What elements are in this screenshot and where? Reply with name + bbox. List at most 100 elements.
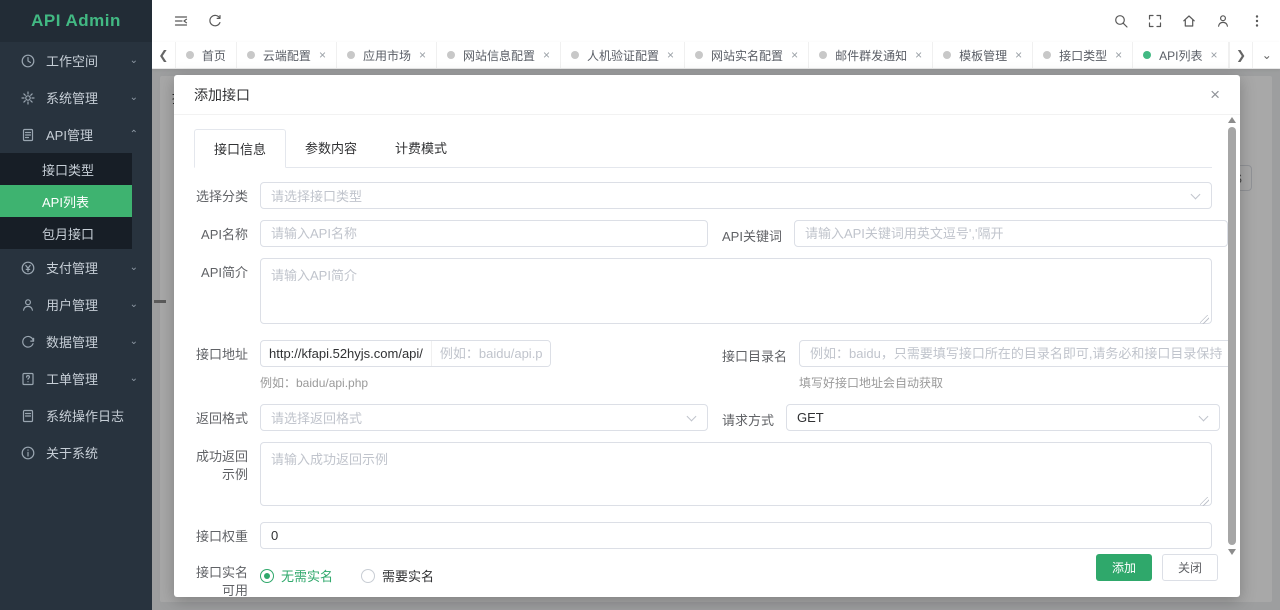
sidebar-submenu-api: 接口类型 API列表 包月接口 bbox=[0, 153, 132, 249]
scrollbar-thumb[interactable] bbox=[1228, 127, 1236, 545]
refresh-icon[interactable] bbox=[198, 0, 232, 42]
close-tab-icon[interactable]: × bbox=[791, 48, 798, 62]
home-icon[interactable] bbox=[1172, 0, 1206, 42]
collapse-sidebar-icon[interactable] bbox=[164, 0, 198, 42]
close-tab-icon[interactable]: × bbox=[319, 48, 326, 62]
chevron-down-icon: ⌄ bbox=[130, 336, 138, 347]
close-tab-icon[interactable]: × bbox=[1115, 48, 1122, 62]
sidebar-item-label: 数据管理 bbox=[46, 332, 130, 351]
api-name-input[interactable] bbox=[260, 220, 708, 247]
api-url-input[interactable] bbox=[432, 341, 550, 366]
close-tab-icon[interactable]: × bbox=[667, 48, 674, 62]
sidebar-item-api-list[interactable]: API列表 bbox=[0, 185, 132, 217]
form-row-name-keywords: API名称 API关键词 bbox=[194, 220, 1212, 247]
success-example-textarea[interactable] bbox=[260, 442, 1212, 506]
radio-dot bbox=[260, 569, 274, 583]
request-method-select[interactable]: GET bbox=[786, 404, 1220, 431]
user-icon bbox=[20, 297, 36, 313]
tab-app-market[interactable]: 应用市场× bbox=[337, 42, 437, 68]
sidebar-item-label: 系统管理 bbox=[46, 88, 130, 107]
close-button[interactable]: 关闭 bbox=[1162, 554, 1218, 581]
sidebar-item-monthly-interface[interactable]: 包月接口 bbox=[0, 217, 132, 249]
form-row-success-example: 成功返回示例 bbox=[194, 442, 1212, 511]
tab-mail-notify[interactable]: 邮件群发通知× bbox=[809, 42, 933, 68]
tab-dot bbox=[447, 51, 455, 59]
tabs-scroll-left-icon[interactable]: ❮ bbox=[152, 42, 176, 68]
chevron-down-icon bbox=[1191, 190, 1201, 200]
sidebar: API Admin 工作空间 ⌄ 系统管理 ⌄ API管理 ⌃ 接口类型 API… bbox=[0, 0, 152, 610]
dialog-body: 接口信息 参数内容 计费模式 选择分类 请选择接口类型 API名称 API关键词… bbox=[174, 115, 1240, 599]
clock-icon bbox=[20, 53, 36, 69]
scroll-up-icon[interactable] bbox=[1228, 117, 1236, 123]
add-button[interactable]: 添加 bbox=[1096, 554, 1152, 581]
tab-site-info-config[interactable]: 网站信息配置× bbox=[437, 42, 561, 68]
chevron-down-icon: ⌄ bbox=[130, 92, 138, 103]
top-header bbox=[152, 0, 1280, 42]
sidebar-item-label: API管理 bbox=[46, 125, 130, 144]
close-tab-icon[interactable]: × bbox=[915, 48, 922, 62]
tab-parameter-content[interactable]: 参数内容 bbox=[286, 129, 376, 167]
api-intro-textarea[interactable] bbox=[260, 258, 1212, 324]
field-label: 选择分类 bbox=[194, 182, 260, 206]
tabs-menu-icon[interactable]: ⌄ bbox=[1252, 42, 1280, 68]
tab-label: 人机验证配置 bbox=[587, 47, 659, 64]
sidebar-item-operation-log[interactable]: 系统操作日志 bbox=[0, 397, 152, 434]
sidebar-item-label: 系统操作日志 bbox=[46, 406, 138, 425]
sidebar-item-about[interactable]: 关于系统 bbox=[0, 434, 152, 471]
radio-label: 需要实名 bbox=[382, 566, 434, 585]
chevron-down-icon: ⌄ bbox=[130, 55, 138, 66]
sidebar-item-data[interactable]: 数据管理 ⌄ bbox=[0, 323, 152, 360]
more-menu-icon[interactable] bbox=[1240, 0, 1274, 42]
close-tab-icon[interactable]: × bbox=[419, 48, 426, 62]
tab-home[interactable]: 首页 bbox=[176, 42, 237, 68]
field-label: 请求方式 bbox=[708, 404, 786, 429]
tab-billing-mode[interactable]: 计费模式 bbox=[376, 129, 466, 167]
sidebar-item-tickets[interactable]: 工单管理 ⌄ bbox=[0, 360, 152, 397]
chevron-down-icon bbox=[687, 412, 697, 422]
sidebar-item-workspace[interactable]: 工作空间 ⌄ bbox=[0, 42, 152, 79]
tab-interface-type[interactable]: 接口类型 × bbox=[1033, 42, 1133, 68]
api-keywords-input[interactable] bbox=[794, 220, 1228, 247]
api-dir-input[interactable] bbox=[799, 340, 1233, 367]
tab-captcha-config[interactable]: 人机验证配置 × bbox=[561, 42, 685, 68]
sidebar-item-system[interactable]: 系统管理 ⌄ bbox=[0, 79, 152, 116]
sidebar-item-users[interactable]: 用户管理 ⌄ bbox=[0, 286, 152, 323]
close-tab-icon[interactable]: × bbox=[1211, 48, 1218, 62]
radio-no-realname[interactable]: 无需实名 bbox=[260, 566, 333, 585]
api-url-input-group: http://kfapi.52hyjs.com/api/ bbox=[260, 340, 551, 367]
tab-site-realname-config[interactable]: 网站实名配置× bbox=[685, 42, 809, 68]
tab-dot bbox=[571, 51, 579, 59]
scroll-down-icon[interactable] bbox=[1228, 549, 1236, 555]
form-row-format-method: 返回格式 请选择返回格式 请求方式 GET bbox=[194, 404, 1212, 431]
dialog-footer: 添加 关闭 bbox=[1096, 554, 1218, 581]
select-value: GET bbox=[797, 410, 824, 425]
sidebar-item-interface-type[interactable]: 接口类型 bbox=[0, 153, 132, 185]
tab-cloud-config[interactable]: 云端配置 × bbox=[237, 42, 337, 68]
api-url-hint: 例如：baidu/api.php bbox=[260, 374, 708, 391]
tab-template-manage[interactable]: 模板管理× bbox=[933, 42, 1033, 68]
return-format-select[interactable]: 请选择返回格式 bbox=[260, 404, 708, 431]
weight-input[interactable] bbox=[260, 522, 1212, 549]
close-tab-icon[interactable]: × bbox=[543, 48, 550, 62]
dialog-scrollbar[interactable] bbox=[1226, 117, 1238, 555]
field-label: 接口目录名 bbox=[708, 340, 799, 365]
tab-label: 云端配置 bbox=[263, 47, 311, 64]
close-icon[interactable]: × bbox=[1210, 86, 1220, 103]
search-icon[interactable] bbox=[1104, 0, 1138, 42]
sidebar-item-api[interactable]: API管理 ⌃ bbox=[0, 116, 152, 153]
user-menu-icon[interactable] bbox=[1206, 0, 1240, 42]
field-label: 返回格式 bbox=[194, 404, 260, 428]
radio-need-realname[interactable]: 需要实名 bbox=[361, 566, 434, 585]
tab-api-list[interactable]: API列表× bbox=[1133, 42, 1228, 68]
sidebar-item-payment[interactable]: 支付管理 ⌄ bbox=[0, 249, 152, 286]
info-icon bbox=[20, 445, 36, 461]
tab-label: 接口类型 bbox=[1059, 47, 1107, 64]
tabs-scroll-right-icon[interactable]: ❯ bbox=[1229, 42, 1253, 68]
category-select[interactable]: 请选择接口类型 bbox=[260, 182, 1212, 209]
api-dir-hint: 填写好接口地址会自动获取 bbox=[799, 374, 1233, 391]
close-tab-icon[interactable]: × bbox=[1015, 48, 1022, 62]
tab-interface-info[interactable]: 接口信息 bbox=[194, 129, 286, 168]
field-label: 接口地址 bbox=[194, 340, 260, 364]
fullscreen-icon[interactable] bbox=[1138, 0, 1172, 42]
radio-label: 无需实名 bbox=[281, 566, 333, 585]
